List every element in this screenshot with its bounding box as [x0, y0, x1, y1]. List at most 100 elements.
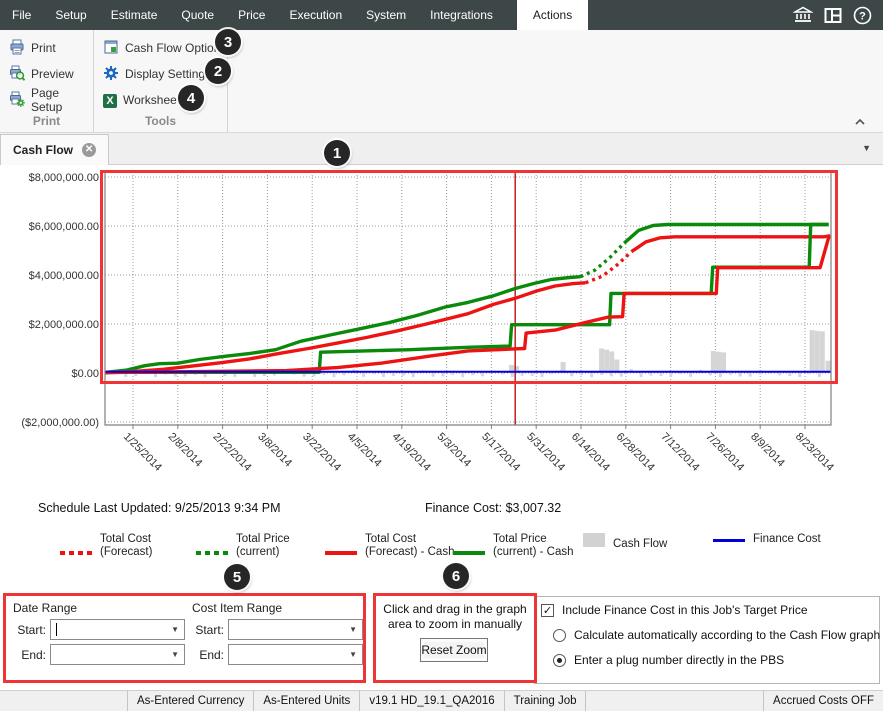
statusbar-cell: As-Entered Currency	[128, 691, 254, 711]
callout-badge-6: 6	[443, 563, 469, 589]
callout-badge-4: 4	[178, 85, 204, 111]
cost-start-combo[interactable]: ▼	[228, 619, 363, 640]
legend-label: Total Price(current) - Cash	[493, 533, 574, 559]
callout-badge-3: 3	[215, 29, 241, 55]
cash-flow-options-button[interactable]: Cash Flow Options	[94, 35, 227, 61]
enter-plug-number-label: Enter a plug number directly in the PBS	[574, 653, 784, 667]
include-finance-cost-label: Include Finance Cost in this Job's Targe…	[562, 603, 808, 617]
page-setup-button[interactable]: Page Setup	[0, 87, 93, 113]
tab-cash-flow[interactable]: Cash Flow ✕	[0, 134, 109, 165]
finance-cost-text: Finance Cost: $3,007.32	[425, 501, 561, 515]
chevron-down-icon[interactable]: ▼	[171, 625, 184, 634]
app-window: FileSetupEstimateQuotePriceExecutionSyst…	[0, 0, 883, 711]
reset-zoom-button[interactable]: Reset Zoom	[420, 638, 488, 662]
menu-item-file[interactable]: File	[0, 0, 43, 30]
print-button[interactable]: Print	[0, 35, 93, 61]
chevron-down-icon[interactable]: ▼	[349, 625, 362, 634]
date-start-combo[interactable]: ▼	[50, 619, 185, 640]
legend-label: Total Cost(Forecast)	[100, 533, 152, 559]
ribbon-group-tools-label: Tools	[94, 113, 227, 133]
tab-list-dropdown-icon[interactable]: ▼	[862, 143, 871, 153]
menu-item-price[interactable]: Price	[226, 0, 277, 30]
include-finance-cost-checkbox[interactable]: ✓	[541, 604, 554, 617]
cost-end-label: End:	[184, 648, 224, 662]
date-end-combo[interactable]: ▼	[50, 644, 185, 665]
menu-item-system[interactable]: System	[354, 0, 418, 30]
menu-items: FileSetupEstimateQuotePriceExecutionSyst…	[0, 0, 505, 30]
calculate-automatically-label: Calculate automatically according to the…	[574, 628, 880, 642]
svg-text:($2,000,000.00): ($2,000,000.00)	[21, 417, 99, 429]
menubar: FileSetupEstimateQuotePriceExecutionSyst…	[0, 0, 883, 30]
svg-text:$2,000,000.00: $2,000,000.00	[29, 319, 99, 331]
legend-label: Total Cost(Forecast) - Cash	[365, 533, 454, 559]
menu-item-execution[interactable]: Execution	[277, 0, 354, 30]
svg-text:2/22/2014: 2/22/2014	[210, 431, 253, 474]
svg-text:4/5/2014: 4/5/2014	[345, 431, 384, 470]
zoom-hint-text: Click and drag in the graph area to zoom…	[381, 602, 529, 632]
menu-item-integrations[interactable]: Integrations	[418, 0, 505, 30]
worksheet-button[interactable]: XWorksheet	[94, 87, 227, 113]
menu-item-actions[interactable]: Actions	[517, 0, 588, 30]
tab-cash-flow-label: Cash Flow	[13, 143, 73, 157]
legend-item-red-dotted: Total Cost(Forecast)	[60, 533, 152, 559]
gray-rect-swatch-icon	[583, 533, 605, 547]
cost-end-combo[interactable]: ▼	[228, 644, 363, 665]
legend-item-green-dotted: Total Price(current)	[196, 533, 290, 559]
svg-text:$8,000,000.00: $8,000,000.00	[29, 172, 99, 184]
ribbon-item-label: Worksheet	[123, 93, 180, 107]
ribbon-group-print-label: Print	[0, 113, 93, 133]
svg-text:$6,000,000.00: $6,000,000.00	[29, 221, 99, 233]
date-range-title: Date Range	[13, 601, 77, 615]
red-solid-swatch-icon	[325, 551, 357, 555]
schedule-last-updated: Schedule Last Updated: 9/25/2013 9:34 PM	[38, 501, 281, 515]
enter-plug-number-radio[interactable]	[553, 654, 566, 667]
statusbar-spacer	[0, 691, 128, 711]
date-end-label: End:	[6, 648, 46, 662]
svg-text:5/17/2014: 5/17/2014	[479, 431, 522, 474]
chevron-down-icon[interactable]: ▼	[171, 650, 184, 659]
preview-button[interactable]: Preview	[0, 61, 93, 87]
statusbar-cell: v19.1 HD_19.1_QA2016	[360, 691, 504, 711]
collapse-ribbon-icon[interactable]	[853, 114, 867, 124]
red-dotted-swatch-icon	[60, 551, 92, 555]
date-start-label: Start:	[6, 623, 46, 637]
green-solid-swatch-icon	[453, 551, 485, 555]
ribbon-item-label: Preview	[31, 67, 74, 81]
chevron-down-icon[interactable]: ▼	[349, 650, 362, 659]
ribbon-group-print: Print Preview Page Setup Print	[0, 30, 94, 132]
calculate-automatically-radio[interactable]	[553, 629, 566, 642]
menu-item-setup[interactable]: Setup	[43, 0, 98, 30]
statusbar-cell: As-Entered Units	[254, 691, 360, 711]
ribbon-group-tools: Cash Flow OptionsDisplay SettingsXWorksh…	[94, 30, 228, 132]
svg-text:5/31/2014: 5/31/2014	[524, 431, 567, 474]
green-dotted-swatch-icon	[196, 551, 228, 555]
legend-label: Cash Flow	[613, 538, 667, 551]
bank-icon[interactable]	[792, 5, 813, 26]
svg-text:$0.00: $0.00	[71, 368, 99, 380]
legend-label: Finance Cost	[753, 533, 821, 546]
menubar-icons: ?	[792, 0, 883, 30]
svg-text:4/19/2014: 4/19/2014	[390, 431, 433, 474]
help-icon[interactable]: ?	[852, 5, 873, 26]
cash-flow-options-icon	[103, 39, 119, 58]
legend-item-blue-line: Finance Cost	[713, 533, 821, 546]
close-tab-icon[interactable]: ✕	[82, 143, 96, 157]
svg-text:5/3/2014: 5/3/2014	[434, 431, 473, 470]
menu-item-estimate[interactable]: Estimate	[99, 0, 170, 30]
gear-icon	[103, 65, 119, 84]
cash-flow-chart[interactable]: 1/25/20142/8/20142/22/20143/8/20143/22/2…	[0, 165, 883, 501]
legend-item-green-solid: Total Price(current) - Cash	[453, 533, 574, 559]
ribbon-item-label: Page Setup	[31, 86, 93, 114]
statusbar-accrued-costs: Accrued Costs OFF	[763, 691, 883, 711]
grid-view-icon[interactable]	[822, 5, 843, 26]
svg-text:3/22/2014: 3/22/2014	[300, 431, 343, 474]
svg-text:2/8/2014: 2/8/2014	[166, 431, 205, 470]
tabstrip: Cash Flow ✕ ▼	[0, 133, 883, 165]
svg-text:7/12/2014: 7/12/2014	[658, 431, 701, 474]
cost-start-label: Start:	[184, 623, 224, 637]
legend-label: Total Price(current)	[236, 533, 290, 559]
svg-text:6/14/2014: 6/14/2014	[569, 431, 612, 474]
menu-item-quote[interactable]: Quote	[169, 0, 226, 30]
statusbar: As-Entered CurrencyAs-Entered Unitsv19.1…	[0, 690, 883, 711]
svg-text:8/23/2014: 8/23/2014	[793, 431, 836, 474]
